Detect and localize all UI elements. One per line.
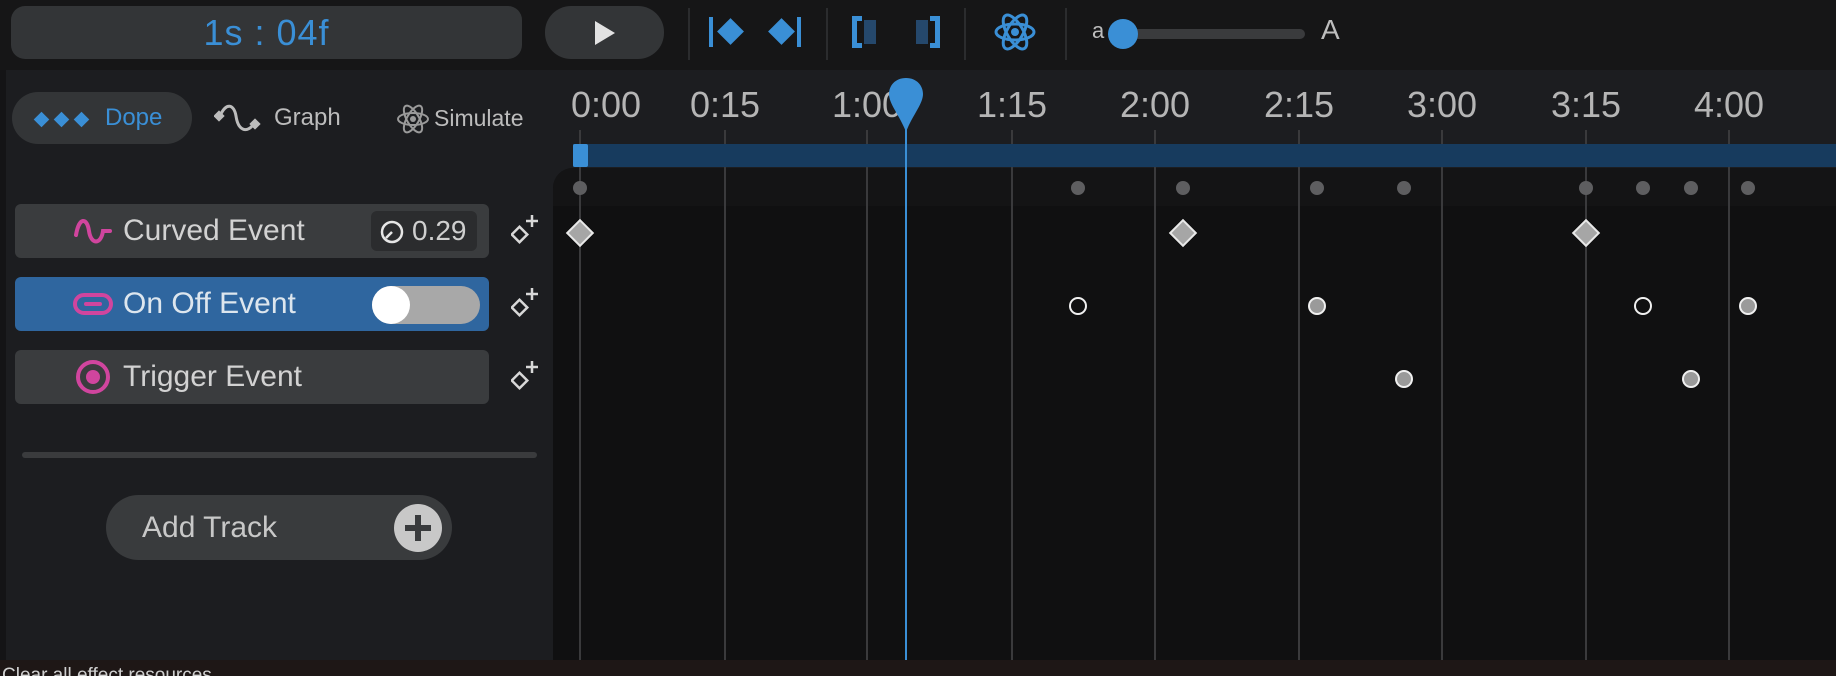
font-size-slider[interactable]: a A: [1090, 10, 1350, 54]
tab-graph[interactable]: Graph: [214, 92, 354, 144]
ruler-label: 2:15: [1263, 84, 1335, 125]
add-track-label: Add Track: [142, 511, 278, 544]
summary-keyframe[interactable]: [1310, 181, 1324, 195]
status-bar: Clear all effect resources: [0, 660, 1836, 676]
slider-thumb[interactable]: [1108, 19, 1138, 49]
summary-keyframe[interactable]: [1741, 181, 1755, 195]
slider-track[interactable]: [1125, 29, 1305, 39]
summary-keyframe[interactable]: [1071, 181, 1085, 195]
summary-keyframe[interactable]: [1397, 181, 1411, 195]
summary-keyframe[interactable]: [1684, 181, 1698, 195]
track-trigger-event[interactable]: Trigger Event: [15, 350, 489, 404]
toolbar-separator: [826, 8, 828, 60]
summary-keyframe[interactable]: [1176, 181, 1190, 195]
gridline: [1585, 130, 1587, 662]
on-off-keyframe-on[interactable]: [1739, 297, 1757, 315]
mode-tabs: Dope Graph Simulate: [12, 92, 542, 146]
play-icon: [595, 21, 615, 45]
toolbar-separator: [1065, 8, 1067, 60]
curve-icon: [74, 219, 112, 244]
summary-keyframe[interactable]: [1636, 181, 1650, 195]
atom-icon: [397, 104, 429, 134]
curve-value-field[interactable]: 0.29: [371, 211, 477, 251]
playhead-line[interactable]: [905, 115, 907, 662]
timeline-area[interactable]: [553, 168, 1836, 662]
on-off-keyframe-on[interactable]: [1308, 297, 1326, 315]
on-off-keyframe-off[interactable]: [1634, 297, 1652, 315]
time-display[interactable]: 1s : 04f: [11, 6, 522, 59]
add-keyframe-icon[interactable]: [511, 358, 541, 396]
physics-atom-icon[interactable]: [993, 10, 1037, 54]
left-edge: [0, 0, 6, 660]
tab-label: Graph: [274, 104, 341, 131]
toolbar-separator: [688, 8, 690, 60]
panel-divider[interactable]: [22, 452, 537, 458]
gridline: [724, 130, 726, 662]
summary-keyframe[interactable]: [573, 181, 587, 195]
gridline: [866, 130, 868, 662]
gridline: [1298, 130, 1300, 662]
ruler-label: 1:15: [976, 84, 1048, 125]
toggle-knob: [372, 286, 410, 324]
playhead-icon[interactable]: [887, 76, 925, 134]
add-track-button[interactable]: Add Track: [106, 495, 452, 560]
add-keyframe-icon[interactable]: [511, 285, 541, 323]
slider-min-label: a: [1092, 18, 1105, 43]
range-start-handle[interactable]: [573, 144, 588, 167]
play-button[interactable]: [545, 6, 664, 59]
jump-to-next-keyframe-icon[interactable]: [766, 10, 806, 54]
plus-icon: [394, 504, 442, 552]
gridline: [1011, 130, 1013, 662]
tab-dope[interactable]: Dope: [12, 92, 192, 144]
ruler-label: 0:15: [689, 84, 761, 125]
play-range-bar[interactable]: [573, 144, 1836, 167]
track-curved-event[interactable]: Curved Event 0.29: [15, 204, 489, 258]
target-icon: [76, 360, 110, 394]
graph-curve-icon: [214, 104, 261, 132]
track-on-off-event[interactable]: On Off Event: [15, 277, 489, 331]
ruler-label: 4:00: [1693, 84, 1765, 125]
set-range-start-icon[interactable]: [848, 10, 882, 54]
track-name: Curved Event: [123, 214, 305, 247]
on-off-toggle[interactable]: [372, 286, 480, 324]
ruler-label: 0:00: [570, 84, 642, 125]
on-off-keyframe-off[interactable]: [1069, 297, 1087, 315]
toolbar: 1s : 04f a A: [0, 0, 1836, 70]
gridline: [1441, 130, 1443, 662]
ruler-label: 3:00: [1406, 84, 1478, 125]
toolbar-separator: [964, 8, 966, 60]
jump-to-previous-keyframe-icon[interactable]: [705, 10, 745, 54]
gridline: [1154, 130, 1156, 662]
tab-simulate[interactable]: Simulate: [396, 92, 546, 144]
ruler-label: 3:15: [1550, 84, 1622, 125]
ruler-label: 2:00: [1119, 84, 1191, 125]
trigger-keyframe[interactable]: [1682, 370, 1700, 388]
add-keyframe-icon[interactable]: [511, 212, 541, 250]
toggle-icon: [73, 293, 113, 315]
track-name: Trigger Event: [123, 360, 302, 393]
track-name: On Off Event: [123, 287, 296, 320]
set-range-end-icon[interactable]: [910, 10, 944, 54]
status-text: Clear all effect resources: [2, 665, 212, 676]
summary-keyframe[interactable]: [1579, 181, 1593, 195]
dial-icon: [380, 220, 404, 244]
tab-label: Simulate: [434, 105, 524, 131]
tab-label: Dope: [105, 104, 163, 131]
timeline-editor: 1s : 04f a A Dope Graph Simulate Curved …: [0, 0, 1836, 676]
slider-max-label: A: [1321, 14, 1340, 45]
trigger-keyframe[interactable]: [1395, 370, 1413, 388]
gridline: [1728, 130, 1730, 662]
diamonds-icon: [33, 92, 96, 144]
curve-value: 0.29: [412, 215, 467, 246]
gridline: [579, 130, 581, 662]
